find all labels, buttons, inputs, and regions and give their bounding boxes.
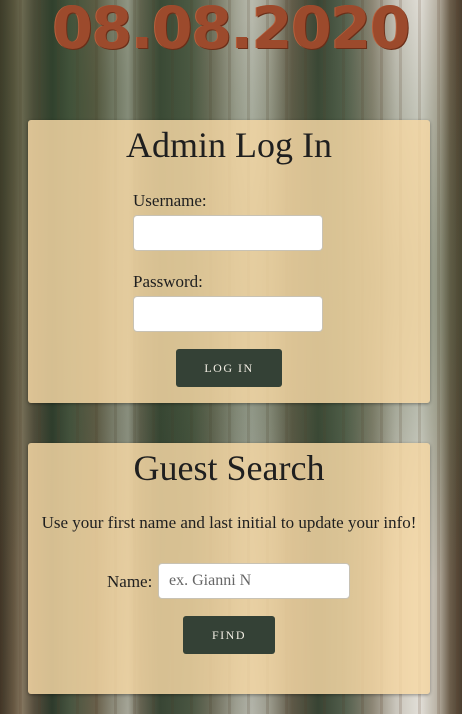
- guest-name-input[interactable]: [158, 563, 350, 599]
- admin-login-title: Admin Log In: [126, 125, 332, 165]
- username-input[interactable]: [133, 215, 323, 251]
- log-in-button[interactable]: LOG IN: [176, 349, 282, 387]
- admin-login-card: Admin Log In Username: Password: LOG IN: [28, 120, 430, 403]
- guest-search-description: Use your first name and last initial to …: [41, 513, 417, 532]
- guest-search-title: Guest Search: [133, 448, 325, 488]
- username-label: Username:: [133, 191, 207, 210]
- password-input[interactable]: [133, 296, 323, 332]
- find-button[interactable]: FIND: [183, 616, 275, 654]
- guest-search-card: Guest Search Use your first name and las…: [28, 443, 430, 694]
- name-label: Name:: [107, 572, 153, 591]
- password-label: Password:: [133, 272, 203, 291]
- event-date-heading: 08.08.2020: [52, 0, 411, 62]
